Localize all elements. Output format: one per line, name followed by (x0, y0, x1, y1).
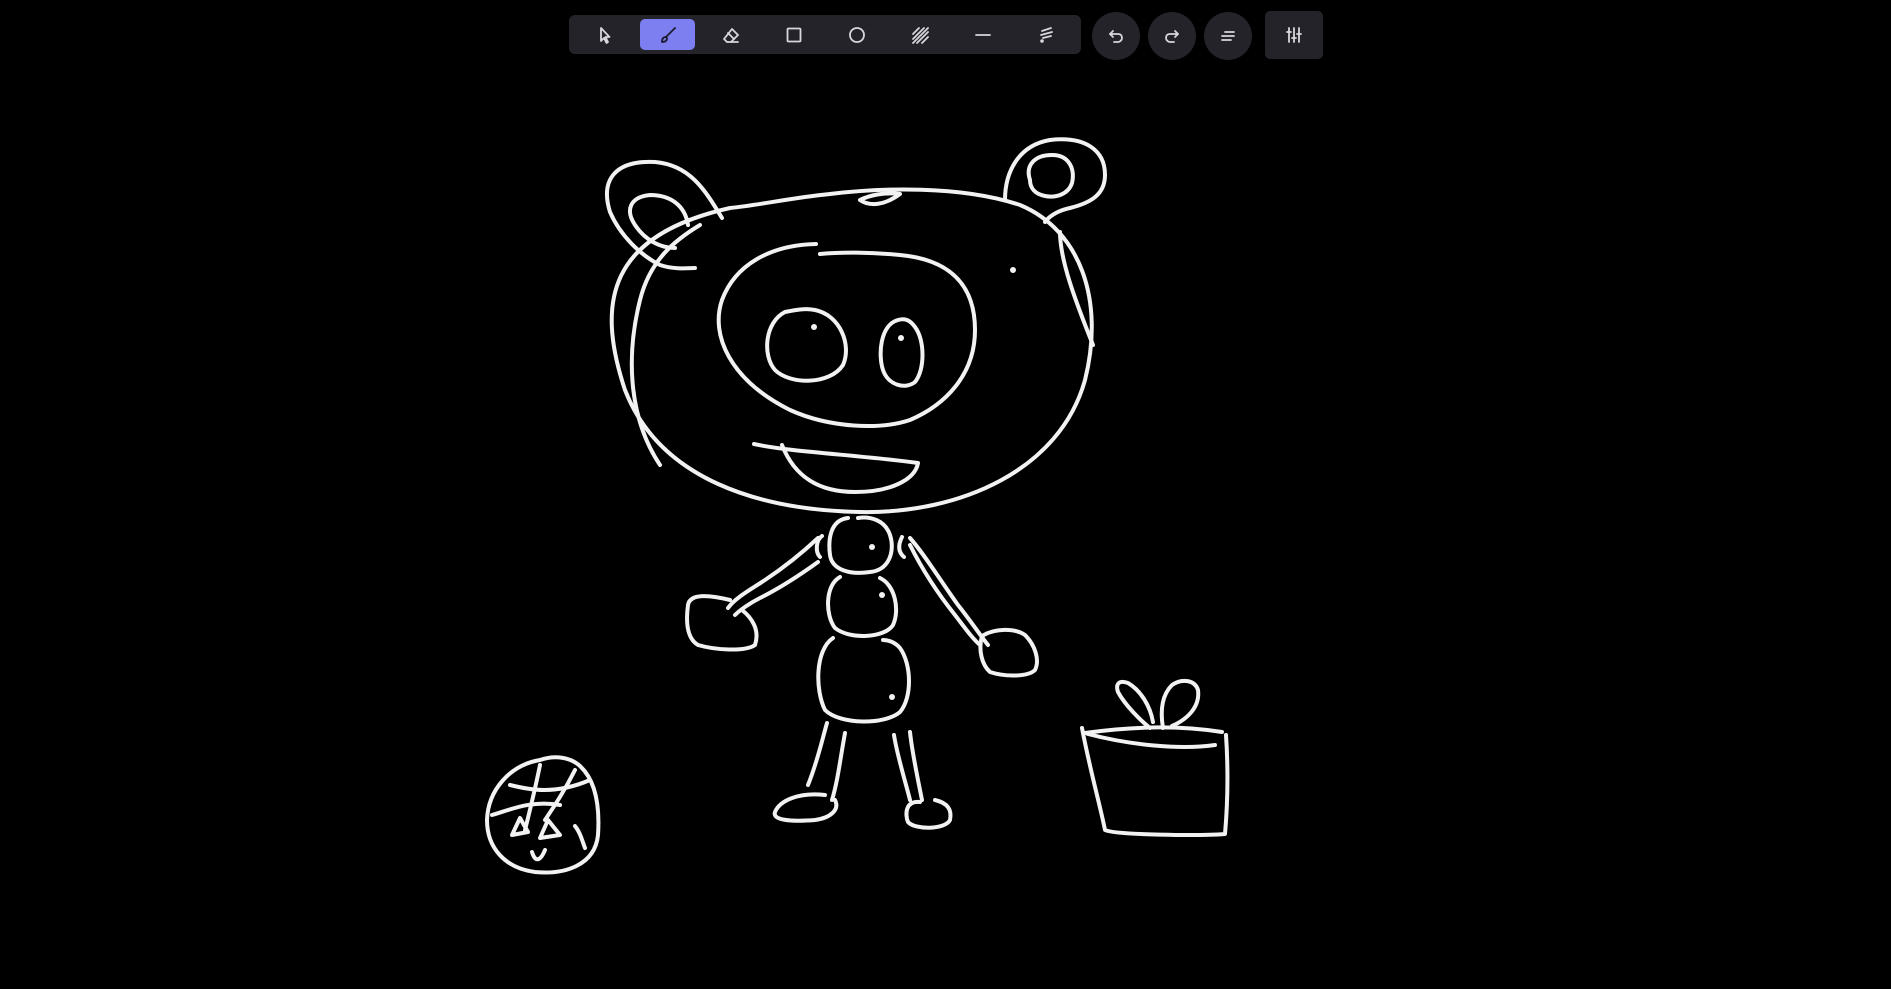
line-icon (974, 33, 991, 36)
undo-button[interactable] (1092, 12, 1140, 60)
hatch-icon (911, 26, 929, 44)
ball-drawing (485, 755, 601, 875)
sliders-icon (1286, 27, 1302, 43)
bear-arms (685, 534, 1039, 678)
bear-right-ear (1003, 137, 1107, 224)
undo-icon (1109, 30, 1123, 43)
hatch-tool-button[interactable] (892, 19, 947, 50)
select-tool-button[interactable] (577, 19, 632, 50)
bear-legs (772, 721, 953, 830)
eraser-icon (722, 27, 739, 43)
drawing-toolbar (569, 15, 1081, 54)
redo-button[interactable] (1148, 12, 1196, 60)
menu-button[interactable] (1204, 12, 1252, 60)
bear-head (609, 187, 1095, 515)
canvas-drawing (485, 137, 1230, 875)
lines-icon (1221, 31, 1235, 41)
square-icon (786, 27, 801, 42)
laser-icon (1039, 26, 1053, 43)
line-tool-button[interactable] (955, 19, 1010, 50)
rectangle-tool-button[interactable] (766, 19, 821, 50)
ellipse-tool-button[interactable] (829, 19, 884, 50)
redo-icon (1165, 30, 1179, 43)
settings-button[interactable] (1265, 11, 1323, 59)
brush-tool-button[interactable] (640, 19, 695, 50)
bear-face (716, 242, 977, 494)
brush-icon (660, 26, 676, 43)
bear-body (816, 515, 911, 724)
eraser-tool-button[interactable] (703, 19, 758, 50)
cursor-icon (599, 26, 610, 44)
drawing-canvas[interactable] (0, 0, 1891, 989)
circle-icon (848, 26, 865, 43)
laser-tool-button[interactable] (1018, 19, 1073, 50)
gift-box-drawing (1080, 678, 1230, 837)
